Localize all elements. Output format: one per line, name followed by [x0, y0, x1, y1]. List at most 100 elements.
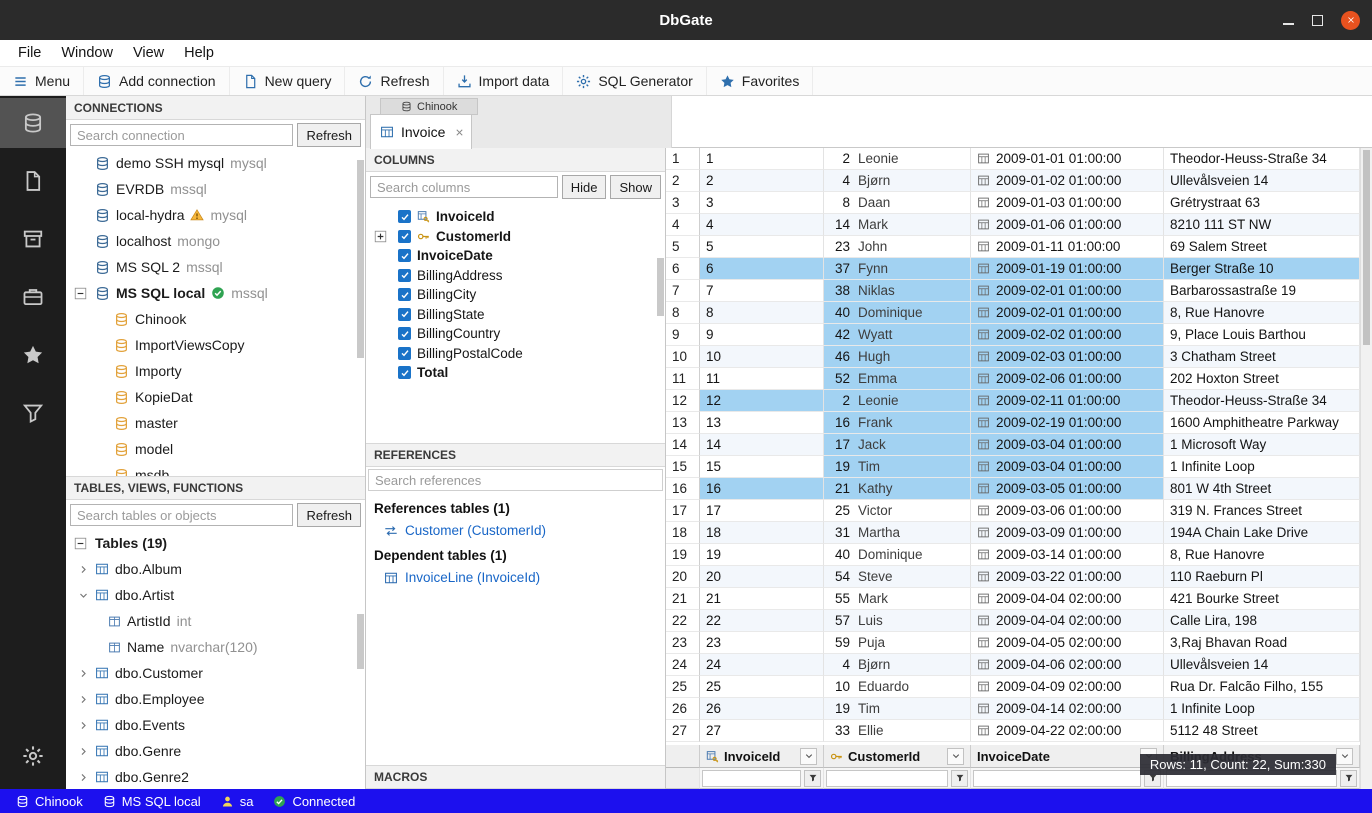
cell-invoicedate-14[interactable]: 2009-03-04 01:00:00 [971, 434, 1164, 456]
cell-invoiceid-6[interactable]: 6 [700, 258, 824, 280]
row-number-19[interactable]: 19 [666, 544, 700, 566]
cell-billingaddress-24[interactable]: Ullevålsveien 14 [1164, 654, 1360, 676]
cell-invoiceid-27[interactable]: 27 [700, 720, 824, 742]
filter-menu-button[interactable] [1340, 770, 1357, 787]
filter-menu-button[interactable] [804, 770, 821, 787]
connection-search-input[interactable] [70, 124, 293, 146]
cell-customerid-20[interactable]: 54Steve [824, 566, 971, 588]
toolbar-add-connection[interactable]: Add connection [84, 67, 230, 95]
connection-model[interactable]: model [66, 436, 365, 462]
cell-invoiceid-13[interactable]: 13 [700, 412, 824, 434]
toolbar-import-data[interactable]: Import data [444, 67, 564, 95]
cell-invoiceid-5[interactable]: 5 [700, 236, 824, 258]
cell-billingaddress-10[interactable]: 3 Chatham Street [1164, 346, 1360, 368]
column-checkbox[interactable] [398, 210, 411, 223]
cell-invoiceid-7[interactable]: 7 [700, 280, 824, 302]
column-header-invoicedate[interactable]: InvoiceDate [971, 745, 1164, 768]
cell-invoiceid-26[interactable]: 26 [700, 698, 824, 720]
cell-customerid-10[interactable]: 46Hugh [824, 346, 971, 368]
status-chinook[interactable]: Chinook [6, 794, 93, 809]
tables-refresh-button[interactable]: Refresh [297, 503, 361, 527]
rail-connections[interactable] [0, 98, 66, 148]
cell-invoicedate-23[interactable]: 2009-04-05 02:00:00 [971, 632, 1164, 654]
connections-scrollbar[interactable] [357, 160, 364, 358]
cell-customerid-26[interactable]: 19Tim [824, 698, 971, 720]
cell-billingaddress-18[interactable]: 194A Chain Lake Drive [1164, 522, 1360, 544]
cell-billingaddress-19[interactable]: 8, Rue Hanovre [1164, 544, 1360, 566]
cell-billingaddress-14[interactable]: 1 Microsoft Way [1164, 434, 1360, 456]
cell-invoicedate-26[interactable]: 2009-04-14 02:00:00 [971, 698, 1164, 720]
row-number-18[interactable]: 18 [666, 522, 700, 544]
cell-invoicedate-8[interactable]: 2009-02-01 01:00:00 [971, 302, 1164, 324]
cell-invoicedate-18[interactable]: 2009-03-09 01:00:00 [971, 522, 1164, 544]
row-number-12[interactable]: 12 [666, 390, 700, 412]
connection-ms-sql-2[interactable]: MS SQL 2mssql [66, 254, 365, 280]
row-number-11[interactable]: 11 [666, 368, 700, 390]
cell-billingaddress-3[interactable]: Grétrystraat 63 [1164, 192, 1360, 214]
cell-billingaddress-13[interactable]: 1600 Amphitheatre Parkway [1164, 412, 1360, 434]
cell-invoiceid-1[interactable]: 1 [700, 148, 824, 170]
cell-customerid-6[interactable]: 37Fynn [824, 258, 971, 280]
filter-input-invoicedate[interactable] [973, 770, 1141, 787]
cell-invoicedate-24[interactable]: 2009-04-06 02:00:00 [971, 654, 1164, 676]
cell-invoiceid-23[interactable]: 23 [700, 632, 824, 654]
column-menu-button[interactable] [947, 748, 964, 765]
cell-invoiceid-21[interactable]: 21 [700, 588, 824, 610]
cell-customerid-11[interactable]: 52Emma [824, 368, 971, 390]
cell-invoicedate-7[interactable]: 2009-02-01 01:00:00 [971, 280, 1164, 302]
connection-kopiedat[interactable]: KopieDat [66, 384, 365, 410]
cell-invoiceid-24[interactable]: 24 [700, 654, 824, 676]
row-number-10[interactable]: 10 [666, 346, 700, 368]
row-number-8[interactable]: 8 [666, 302, 700, 324]
column-checkbox[interactable] [398, 308, 411, 321]
cell-invoiceid-2[interactable]: 2 [700, 170, 824, 192]
cell-billingaddress-26[interactable]: 1 Infinite Loop [1164, 698, 1360, 720]
column-toggle-total[interactable]: Total [366, 363, 665, 383]
row-number-6[interactable]: 6 [666, 258, 700, 280]
table-dbo-events[interactable]: dbo.Events [66, 712, 365, 738]
column-checkbox[interactable] [398, 327, 411, 340]
cell-customerid-23[interactable]: 59Puja [824, 632, 971, 654]
cell-customerid-14[interactable]: 17Jack [824, 434, 971, 456]
cell-billingaddress-9[interactable]: 9, Place Louis Barthou [1164, 324, 1360, 346]
expand-box-icon[interactable] [374, 230, 392, 243]
row-number-7[interactable]: 7 [666, 280, 700, 302]
collapse-box-icon[interactable] [74, 287, 89, 300]
folder-tables-19[interactable]: Tables (19) [66, 530, 365, 556]
close-icon[interactable] [1341, 11, 1360, 30]
rail-archive[interactable] [0, 214, 66, 264]
column-checkbox[interactable] [398, 347, 411, 360]
cell-invoicedate-4[interactable]: 2009-01-06 01:00:00 [971, 214, 1164, 236]
cell-customerid-19[interactable]: 40Dominique [824, 544, 971, 566]
column-checkbox[interactable] [398, 269, 411, 282]
cell-invoiceid-22[interactable]: 22 [700, 610, 824, 632]
toolbar-menu[interactable]: Menu [0, 67, 84, 95]
show-button[interactable]: Show [610, 175, 661, 199]
references-search-input[interactable] [368, 469, 663, 491]
cell-invoiceid-16[interactable]: 16 [700, 478, 824, 500]
cell-invoicedate-6[interactable]: 2009-01-19 01:00:00 [971, 258, 1164, 280]
table-dbo-artist[interactable]: dbo.Artist [66, 582, 365, 608]
table-dbo-genre2[interactable]: dbo.Genre2 [66, 764, 365, 790]
connection-importy[interactable]: Importy [66, 358, 365, 384]
cell-billingaddress-2[interactable]: Ullevålsveien 14 [1164, 170, 1360, 192]
connection-evrdb[interactable]: EVRDBmssql [66, 176, 365, 202]
cell-invoicedate-12[interactable]: 2009-02-11 01:00:00 [971, 390, 1164, 412]
cell-billingaddress-1[interactable]: Theodor-Heuss-Straße 34 [1164, 148, 1360, 170]
status-sa[interactable]: sa [211, 794, 264, 809]
tables-search-input[interactable] [70, 504, 293, 526]
cell-invoiceid-8[interactable]: 8 [700, 302, 824, 324]
close-tab-icon[interactable] [454, 127, 465, 138]
menu-window[interactable]: Window [51, 45, 123, 61]
cell-billingaddress-6[interactable]: Berger Straße 10 [1164, 258, 1360, 280]
cell-invoicedate-11[interactable]: 2009-02-06 01:00:00 [971, 368, 1164, 390]
cell-billingaddress-15[interactable]: 1 Infinite Loop [1164, 456, 1360, 478]
row-number-21[interactable]: 21 [666, 588, 700, 610]
toolbar-sql-generator[interactable]: SQL Generator [563, 67, 706, 95]
cell-invoicedate-13[interactable]: 2009-02-19 01:00:00 [971, 412, 1164, 434]
cell-billingaddress-16[interactable]: 801 W 4th Street [1164, 478, 1360, 500]
cell-invoiceid-9[interactable]: 9 [700, 324, 824, 346]
cell-invoiceid-25[interactable]: 25 [700, 676, 824, 698]
tables-scrollbar[interactable] [357, 614, 364, 669]
cell-customerid-13[interactable]: 16Frank [824, 412, 971, 434]
